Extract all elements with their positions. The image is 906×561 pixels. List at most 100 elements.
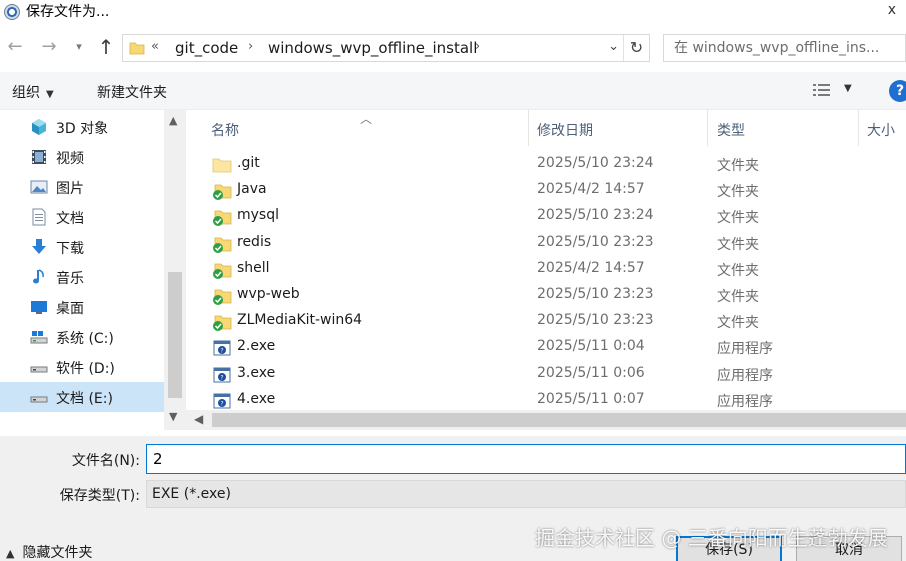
folder-synced-icon (213, 263, 232, 279)
sort-ascending-icon: ︿ (360, 112, 373, 126)
file-date: 2025/5/10 23:23 (537, 286, 654, 302)
recent-locations-chevron-icon[interactable]: ▾ (68, 36, 90, 58)
nav-item-music[interactable]: 音乐 (0, 262, 164, 292)
view-options-caret-icon[interactable]: ▼ (844, 83, 852, 94)
refresh-icon[interactable]: ↻ (623, 35, 649, 61)
nav-item-pictures[interactable]: 图片 (0, 172, 164, 202)
folder-synced-icon (213, 237, 232, 253)
file-name: mysql (237, 207, 279, 224)
nav-item-label: 下载 (56, 241, 84, 257)
up-arrow-icon[interactable]: ↑ (95, 36, 117, 58)
file-row[interactable]: .git 2025/5/10 23:24 文件夹 (186, 152, 906, 178)
file-date: 2025/4/2 14:57 (537, 259, 645, 276)
exe-icon: ? (213, 393, 231, 409)
help-icon[interactable]: ? (889, 80, 906, 102)
file-row[interactable]: wvp-web 2025/5/10 23:23 文件夹 (186, 283, 906, 309)
hide-folders-toggle[interactable]: ▲ 隐藏文件夹 (6, 542, 92, 561)
column-divider[interactable] (858, 110, 859, 146)
file-name: redis (237, 233, 272, 250)
file-row[interactable]: shell 2025/4/2 14:57 文件夹 (186, 257, 906, 283)
filename-label: 文件名(N): (71, 453, 140, 469)
file-type: 文件夹 (717, 315, 759, 332)
file-row[interactable]: ? 3.exe 2025/5/11 0:06 应用程序 (186, 362, 906, 388)
breadcrumb-current-folder[interactable]: windows_wvp_offline_install (268, 39, 477, 57)
drive-icon (30, 396, 48, 403)
nav-item-drive-c[interactable]: 系统 (C:) (0, 322, 164, 352)
column-divider[interactable] (707, 110, 708, 146)
address-row: ← → ▾ ↑ « git_code › windows_wvp_offline… (0, 30, 906, 66)
file-type: 应用程序 (717, 341, 773, 358)
back-arrow-icon[interactable]: ← (4, 36, 26, 58)
new-folder-button[interactable]: 新建文件夹 (97, 82, 167, 102)
file-row[interactable]: mysql 2025/5/10 23:24 文件夹 (186, 204, 906, 230)
music-icon (33, 269, 44, 284)
file-name: ZLMediaKit-win64 (237, 312, 363, 329)
nav-item-label: 音乐 (56, 271, 84, 287)
breadcrumb-overflow[interactable]: « (151, 39, 159, 54)
file-list-horizontal-scrollbar[interactable]: ◀ (186, 410, 906, 430)
scroll-up-arrow-icon[interactable]: ▲ (169, 114, 177, 127)
svg-text:?: ? (220, 348, 223, 355)
column-header-date[interactable]: 修改日期 (537, 120, 593, 140)
file-name: .git (237, 155, 260, 171)
title-bar: 保存文件为... x (0, 0, 906, 28)
nav-item-label: 视频 (56, 151, 84, 167)
filename-input[interactable] (147, 445, 905, 473)
filename-field[interactable] (146, 444, 906, 474)
file-date: 2025/5/11 0:06 (537, 364, 645, 381)
filetype-label: 保存类型(T): (59, 488, 140, 504)
nav-item-drive-e[interactable]: 文档 (E:) (0, 382, 164, 412)
breadcrumb-separator[interactable]: › (248, 39, 253, 54)
close-button[interactable]: x (888, 2, 896, 18)
cube-icon (32, 119, 46, 135)
nav-item-label: 文档 (E:) (56, 391, 113, 407)
file-row[interactable]: ? 2.exe 2025/5/11 0:04 应用程序 (186, 335, 906, 361)
file-row[interactable]: Java 2025/4/2 14:57 文件夹 (186, 178, 906, 204)
nav-item-drive-d[interactable]: 软件 (D:) (0, 352, 164, 382)
nav-item-downloads[interactable]: 下载 (0, 232, 164, 262)
file-row[interactable]: redis 2025/5/10 23:23 文件夹 (186, 231, 906, 257)
nav-item-3d-objects[interactable]: 3D 对象 (0, 112, 164, 142)
scroll-left-arrow-icon[interactable]: ◀ (194, 412, 203, 426)
navigation-pane: 3D 对象 视频 图片 文档 下载 音乐 桌面 系统 (C:) 软件 (D:) … (0, 110, 186, 430)
file-type: 文件夹 (717, 184, 759, 201)
file-date: 2025/5/10 23:24 (537, 155, 654, 171)
scrollbar-thumb[interactable] (212, 413, 906, 427)
address-bar[interactable]: « git_code › windows_wvp_offline_install… (122, 34, 650, 62)
file-row[interactable]: ZLMediaKit-win64 2025/5/10 23:23 文件夹 (186, 309, 906, 335)
nav-item-videos[interactable]: 视频 (0, 142, 164, 172)
column-header-name[interactable]: 名称 (211, 120, 239, 140)
scrollbar-thumb[interactable] (168, 272, 182, 398)
file-date: 2025/5/11 0:07 (537, 390, 645, 407)
view-options-icon[interactable] (812, 82, 832, 98)
forward-arrow-icon[interactable]: → (38, 36, 60, 58)
column-header-type[interactable]: 类型 (717, 120, 745, 140)
column-divider[interactable] (528, 110, 529, 146)
file-name: shell (237, 259, 270, 276)
address-dropdown-chevron-icon[interactable]: ⌄ (608, 39, 619, 54)
breadcrumb-git-code[interactable]: git_code (175, 39, 238, 57)
search-box[interactable] (663, 34, 906, 62)
column-header-size[interactable]: 大小 (867, 120, 895, 140)
hide-folders-label: 隐藏文件夹 (22, 545, 93, 561)
search-input[interactable] (664, 35, 905, 61)
nav-item-desktop[interactable]: 桌面 (0, 292, 164, 322)
pictures-icon (30, 180, 48, 194)
breadcrumb-separator[interactable]: › (475, 39, 480, 54)
file-type: 文件夹 (717, 236, 759, 253)
file-date: 2025/5/10 23:24 (537, 207, 654, 224)
scroll-down-arrow-icon[interactable]: ▼ (169, 410, 177, 423)
file-date: 2025/5/11 0:04 (537, 338, 645, 355)
chevron-up-icon: ▲ (6, 547, 15, 560)
file-list: ︿ 名称 修改日期 类型 大小 .git 2025/5/10 23:24 文件夹 Ja… (186, 110, 906, 410)
app-icon (4, 4, 20, 20)
nav-pane-scrollbar[interactable]: ▲ ▼ (164, 110, 186, 430)
nav-item-label: 系统 (C:) (56, 331, 114, 347)
filetype-select[interactable]: EXE (*.exe) (146, 480, 906, 508)
nav-item-documents[interactable]: 文档 (0, 202, 164, 232)
file-type: 应用程序 (717, 367, 773, 384)
organize-menu-button[interactable]: 组织 ▼ (12, 82, 54, 102)
folder-icon (212, 158, 232, 173)
file-date: 2025/4/2 14:57 (537, 181, 645, 198)
file-type: 文件夹 (717, 289, 759, 305)
